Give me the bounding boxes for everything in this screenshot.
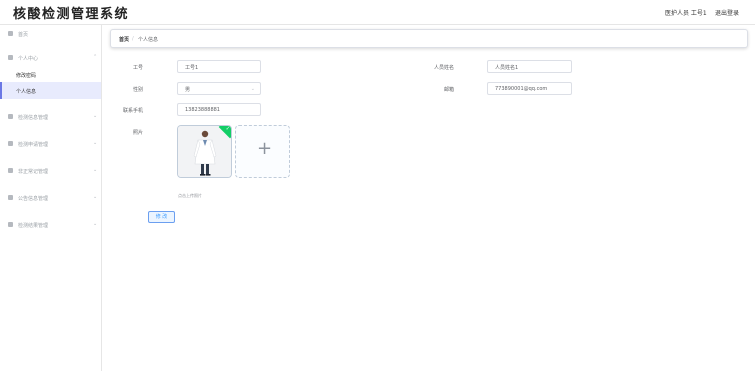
sidebar-item-label: 公告信息管理 [18, 196, 49, 202]
update-button[interactable]: 修 改 [148, 211, 175, 223]
phone-value: 13823888881 [185, 107, 220, 113]
chevron-down-icon: ⌄ [93, 194, 98, 200]
plus-icon: + [257, 138, 273, 159]
upload-photo-button[interactable]: + [235, 125, 290, 178]
list-icon [8, 168, 13, 173]
sidebar-subitem-change-password[interactable]: 修改密码 [0, 66, 101, 83]
chevron-down-icon: ⌄ [93, 167, 98, 173]
sidebar-subitem-label: 修改密码 [16, 73, 37, 79]
employee-id-value: 工号1 [185, 65, 199, 71]
sidebar-item-label: 检测信息管理 [18, 115, 49, 121]
logout-link[interactable]: 退出登录 [715, 8, 739, 17]
employee-id-field[interactable]: 工号1 [177, 60, 261, 73]
user-icon [8, 55, 13, 60]
employee-id-label: 工号 [133, 65, 144, 71]
sidebar-item-label: 个人中心 [18, 56, 39, 62]
sidebar-subitem-label: 个人信息 [16, 89, 37, 95]
user-info: 医护人员 工号1 [665, 10, 707, 17]
sidebar-item-home[interactable]: 首页 [0, 26, 101, 42]
sidebar-item-abnormal-records[interactable]: 非正常记管理 ⌄ [0, 163, 101, 179]
sidebar-item-label: 检测申请管理 [18, 142, 49, 148]
chevron-up-icon: ⌃ [93, 54, 98, 60]
top-bar: 核酸检测管理系统 医护人员 工号1 退出登录 [0, 0, 755, 25]
home-icon [8, 31, 13, 36]
sidebar: 首页 个人中心 ⌃ 修改密码 个人信息 检测信息管理 ⌄ 检测申请管理 ⌄ 非正… [0, 25, 102, 371]
sidebar-item-announcements[interactable]: 公告信息管理 ⌄ [0, 190, 101, 206]
email-label: 邮箱 [444, 87, 455, 93]
sidebar-item-test-info[interactable]: 检测信息管理 ⌄ [0, 109, 101, 125]
list-icon [8, 222, 13, 227]
chevron-down-icon: ⌄ [93, 113, 98, 119]
sidebar-item-label: 检测结果管理 [18, 223, 49, 229]
breadcrumb-current: 个人信息 [138, 37, 159, 43]
user-icon [8, 114, 13, 119]
sidebar-item-test-application[interactable]: 检测申请管理 ⌄ [0, 136, 101, 152]
gender-value: 男 [185, 87, 191, 93]
uploaded-photo[interactable]: ✓ [177, 125, 232, 178]
staff-name-value: 人员姓名1 [495, 65, 519, 71]
bell-icon [8, 195, 13, 200]
email-value: 773890001@qq.com [495, 86, 548, 92]
upload-hint: 点击上传照片 [178, 193, 202, 198]
breadcrumb: 首页 / 个人信息 [110, 29, 748, 48]
staff-name-label: 人员姓名 [434, 65, 455, 71]
phone-field[interactable]: 13823888881 [177, 103, 261, 116]
sidebar-item-label: 首页 [18, 32, 29, 38]
gender-label: 性别 [133, 87, 144, 93]
sidebar-item-label: 非正常记管理 [18, 169, 49, 175]
sidebar-subitem-personal-info[interactable]: 个人信息 [0, 82, 101, 99]
doctor-photo-image [178, 126, 231, 177]
photo-label: 照片 [133, 130, 144, 136]
chevron-down-icon: ⌄ [250, 86, 255, 92]
sidebar-item-personal-center[interactable]: 个人中心 ⌃ [0, 50, 101, 66]
email-field[interactable]: 773890001@qq.com [487, 82, 572, 95]
gender-select[interactable]: 男 ⌄ [177, 82, 261, 95]
staff-name-field[interactable]: 人员姓名1 [487, 60, 572, 73]
sidebar-item-test-results[interactable]: 检测结果管理 ⌄ [0, 217, 101, 233]
chevron-down-icon: ⌄ [93, 140, 98, 146]
chevron-down-icon: ⌄ [93, 221, 98, 227]
check-icon: ✓ [225, 126, 230, 132]
breadcrumb-home[interactable]: 首页 [119, 36, 129, 43]
file-icon [8, 141, 13, 146]
breadcrumb-separator: / [132, 36, 134, 42]
phone-label: 联系手机 [123, 108, 144, 114]
app-title: 核酸检测管理系统 [13, 7, 130, 22]
